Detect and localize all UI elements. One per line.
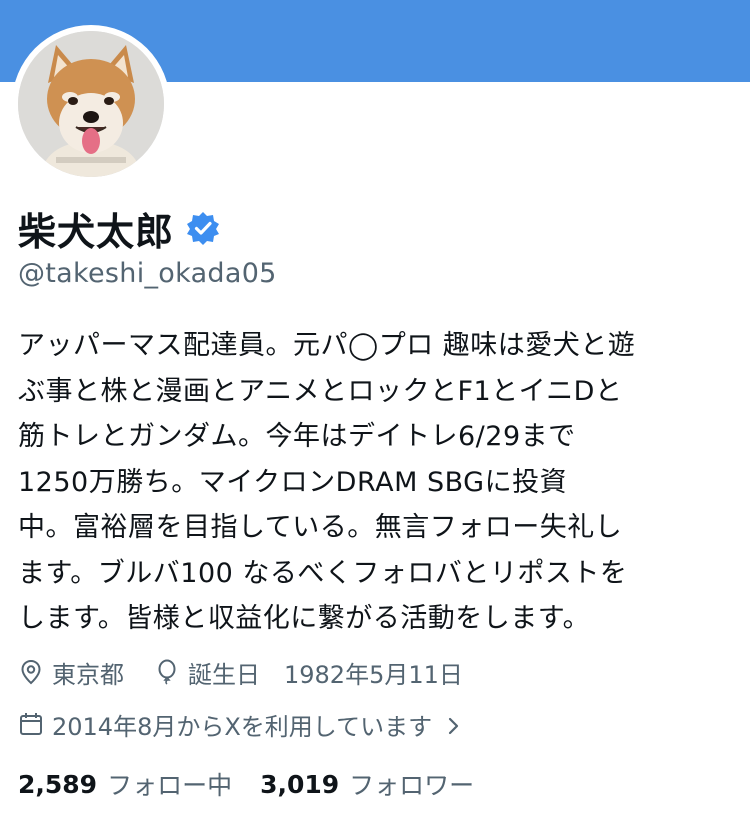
bio-line: 中。富裕層を目指している。無言フォロー失礼し (18, 512, 623, 543)
joined-text: 2014年8月からXを利用しています (52, 712, 433, 741)
chevron-right-icon (446, 714, 462, 735)
followers-count: 3,019 (260, 769, 340, 799)
followers-link[interactable]: 3,019 フォロワー (260, 766, 474, 802)
following-count: 2,589 (18, 769, 98, 799)
profile-handle: @takeshi_okada05 (18, 258, 277, 289)
joined-row[interactable]: 2014年8月からXを利用しています (18, 706, 462, 742)
location-text: 東京都 (52, 660, 124, 689)
verified-badge-icon[interactable] (186, 211, 220, 245)
bio-line: 1250万勝ち。マイクロンDRAM SBGに投資 (18, 466, 568, 498)
bio-line: ます。ブルバ100 なるべくフォロバとリポストを (18, 557, 628, 589)
profile-meta-row: 東京都 誕生日 1982年5月11日 (18, 654, 493, 690)
bio-line: 筋トレとガンダム。今年はデイトレ6/29まで (18, 421, 576, 452)
shiba-dog-avatar-icon (18, 31, 164, 177)
location-pin-icon (18, 659, 44, 685)
calendar-icon (18, 711, 44, 737)
profile-name-row: 柴犬太郎 (18, 200, 220, 256)
display-name: 柴犬太郎 (18, 209, 175, 254)
bio-line: ぶ事と株と漫画とアニメとロックとF1とイニDと (18, 375, 623, 407)
following-label: フォロー中 (107, 771, 233, 800)
location: 東京都 (18, 655, 124, 690)
follow-stats: 2,589 フォロー中 3,019 フォロワー (18, 764, 502, 804)
birthday: 誕生日 1982年5月11日 (154, 655, 463, 690)
balloon-icon (154, 659, 180, 685)
bio-line: アッパーマス配達員。元パ◯プロ 趣味は愛犬と遊 (18, 330, 636, 361)
following-link[interactable]: 2,589 フォロー中 (18, 766, 232, 802)
followers-label: フォロワー (349, 771, 475, 800)
birthday-label: 誕生日 (188, 660, 260, 689)
profile-avatar[interactable] (12, 25, 170, 183)
bio-line: します。皆様と収益化に繋がる活動をします。 (18, 603, 591, 634)
profile-bio: アッパーマス配達員。元パ◯プロ 趣味は愛犬と遊 ぶ事と株と漫画とアニメとロックと… (18, 323, 734, 642)
birthday-value: 1982年5月11日 (284, 660, 463, 689)
